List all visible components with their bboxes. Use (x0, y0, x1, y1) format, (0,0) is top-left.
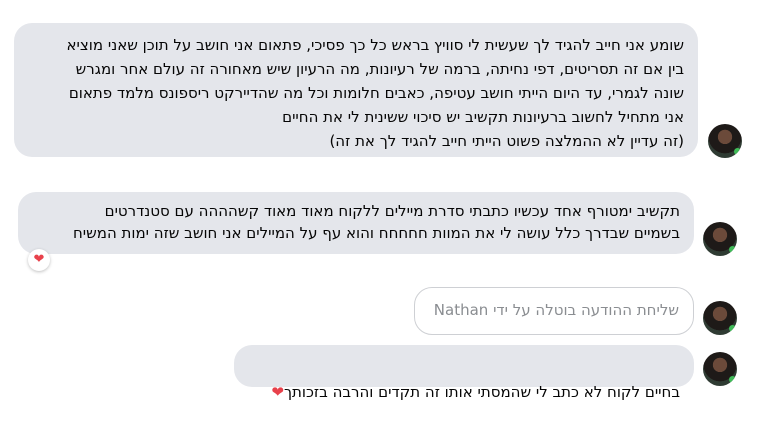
message-text: בחיים לקוח לא כתב לי שהמסתי אותו זה תקדי… (284, 383, 680, 401)
online-status-dot (729, 325, 736, 332)
online-status-dot (729, 376, 736, 383)
online-status-dot (734, 148, 741, 155)
sender-avatar[interactable] (703, 222, 737, 256)
heart-emoji-icon: ❤ (271, 383, 284, 401)
message-bubble[interactable]: תקשיב ימטורף אחד עכשיו כתבתי סדרת מיילים… (18, 192, 694, 254)
sender-avatar[interactable] (708, 124, 742, 158)
sender-avatar[interactable] (703, 352, 737, 386)
sender-avatar[interactable] (703, 301, 737, 335)
reaction-heart-icon[interactable]: ❤ (28, 249, 50, 271)
message-bubble[interactable]: שומע אני חייב להגיד לך שעשית לי סוויץ בר… (14, 23, 698, 157)
unsent-message-notice: שליחת ההודעה בוטלה על ידי Nathan (414, 287, 694, 335)
online-status-dot (729, 246, 736, 253)
message-bubble[interactable]: בחיים לקוח לא כתב לי שהמסתי אותו זה תקדי… (234, 345, 694, 401)
